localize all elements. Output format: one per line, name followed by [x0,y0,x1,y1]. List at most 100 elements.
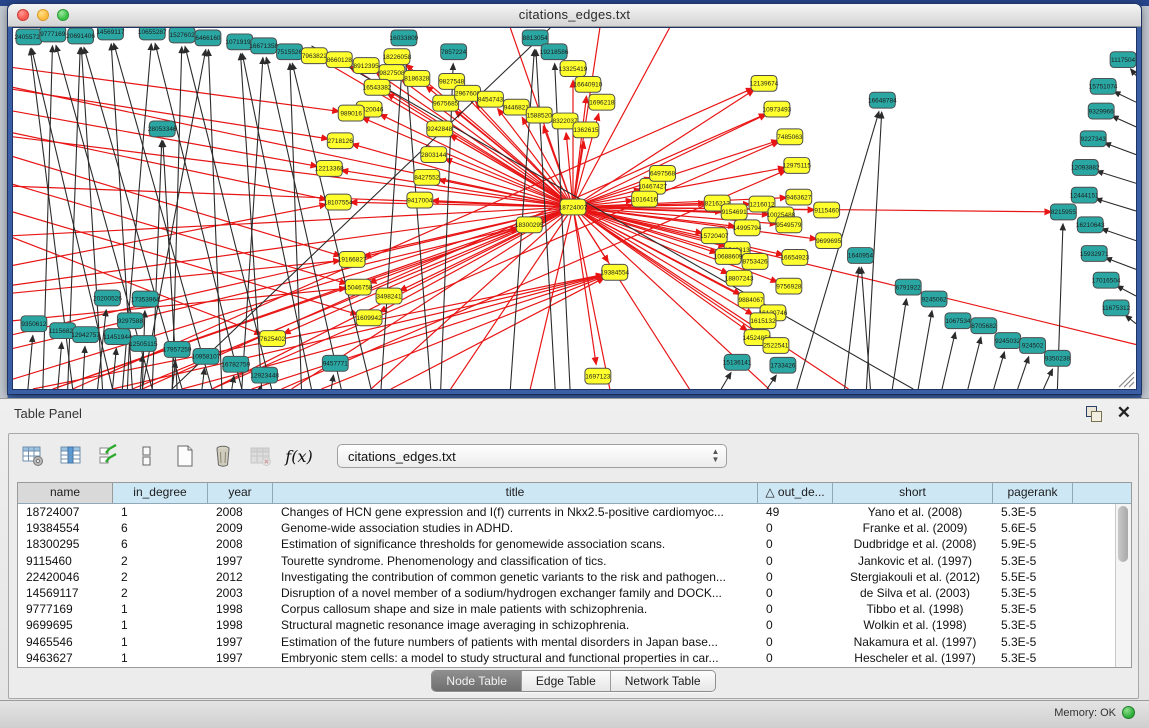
column-header-short[interactable]: short [833,483,993,503]
table-cell-pagerank[interactable]: 5.3E-5 [993,585,1073,601]
table-cell-pagerank[interactable]: 5.3E-5 [993,650,1073,666]
graph-node[interactable]: 14569117 [96,28,125,40]
graph-edge-black[interactable] [1114,92,1136,103]
table-cell-year[interactable]: 2009 [208,520,273,536]
graph-edge-red[interactable] [450,135,573,207]
table-row[interactable]: 1456911722003Disruption of a novel membe… [18,585,1116,601]
graph-edge-black[interactable] [1125,315,1136,323]
graph-node[interactable]: 2803144 [421,147,447,163]
resize-grip[interactable] [1119,372,1134,387]
graph-node[interactable]: 17016504 [1092,272,1121,288]
graph-node[interactable]: 7625402 [260,331,286,347]
graph-edge-red[interactable] [573,207,717,253]
table-cell-out_de[interactable]: 0 [758,634,833,650]
graph-edge-black[interactable] [861,267,870,389]
graph-node[interactable]: 9154691 [721,204,747,220]
close-window-icon[interactable] [17,9,29,21]
graph-node[interactable]: 989016 [338,105,364,121]
table-cell-title[interactable]: Disruption of a novel member of a sodium… [273,585,758,601]
table-cell-short[interactable]: Stergiakouli et al. (2012) [833,569,993,585]
new-column-icon[interactable] [171,442,199,470]
graph-node[interactable]: 15136141 [723,354,752,370]
table-cell-in_degree[interactable]: 2 [113,585,208,601]
graph-node[interactable]: 16671358 [249,38,278,54]
graph-edge-black[interactable] [202,368,205,389]
graph-node[interactable]: 18300295 [515,217,544,233]
graph-node[interactable]: 1696218 [589,94,615,110]
table-cell-pagerank[interactable]: 5.5E-5 [993,569,1073,585]
tab-network-table[interactable]: Network Table [611,671,715,691]
table-cell-in_degree[interactable]: 6 [113,536,208,552]
graph-edge-red[interactable] [573,207,1136,344]
table-row[interactable]: 969969511998Structural magnetic resonanc… [18,617,1116,633]
graph-node[interactable]: 16648784 [868,92,897,108]
graph-node[interactable]: 1733426 [770,357,796,373]
graph-node[interactable]: 15932971 [1080,246,1109,262]
table-cell-short[interactable]: Nakamura et al. (1997) [833,634,993,650]
table-cell-pagerank[interactable]: 5.3E-5 [993,553,1073,569]
graph-node[interactable]: 19218586 [540,44,569,60]
graph-node[interactable]: 9115460 [814,202,840,218]
graph-node[interactable]: 1615132 [750,313,776,329]
graph-node[interactable]: 28053346 [148,121,177,137]
graph-node[interactable]: 1527602 [169,28,195,43]
graph-edge-black[interactable] [172,28,550,389]
graph-edge-black[interactable] [331,375,333,389]
network-window-titlebar[interactable]: citations_edges.txt [8,4,1141,27]
network-canvas[interactable]: 2405572497771692069140614569117106552871… [12,27,1137,390]
graph-edge-black[interactable] [1131,69,1136,76]
table-cell-in_degree[interactable]: 1 [113,650,208,666]
graph-edge-black[interactable] [918,311,932,389]
column-header-year[interactable]: year [208,483,273,503]
graph-node[interactable]: 15751074 [1089,78,1118,94]
graph-node[interactable]: 9463627 [786,189,812,205]
table-cell-year[interactable]: 1998 [208,601,273,617]
table-cell-year[interactable]: 2008 [208,504,273,520]
graph-edge-black[interactable] [767,375,776,389]
graph-node[interactable]: 17353964 [131,291,160,307]
graph-node[interactable]: 13325419 [559,61,588,77]
table-cell-out_de[interactable]: 0 [758,601,833,617]
table-cell-short[interactable]: Tibbo et al. (1998) [833,601,993,617]
graph-node[interactable]: 6791922 [895,279,921,295]
graph-node[interactable]: 9329966 [1088,103,1114,119]
graph-node[interactable]: 8660128 [326,52,352,68]
graph-node[interactable]: 17957259 [163,342,192,358]
table-cell-name[interactable]: 9115460 [18,553,113,569]
table-cell-title[interactable]: Corpus callosum shape and size in male p… [273,601,758,617]
table-cell-year[interactable]: 2008 [208,536,273,552]
table-cell-name[interactable]: 9465546 [18,634,113,650]
column-header-title[interactable]: title [273,483,758,503]
graph-node[interactable]: 1588520 [526,107,552,123]
table-row[interactable]: 1872400712008Changes of HCN gene express… [18,504,1116,520]
column-header-name[interactable]: name [18,483,113,503]
table-cell-title[interactable]: Estimation of the future numbers of pati… [273,634,758,650]
graph-edge-red[interactable] [573,207,610,389]
graph-edge-black[interactable] [1102,229,1136,241]
graph-edge-black[interactable] [172,47,182,389]
graph-node[interactable]: 3498241 [376,288,402,304]
graph-node[interactable]: 1362615 [573,122,599,138]
table-cell-in_degree[interactable]: 2 [113,553,208,569]
table-cell-pagerank[interactable]: 5.3E-5 [993,617,1073,633]
graph-node[interactable]: 18107554 [324,194,353,210]
select-columns-icon[interactable] [95,442,123,470]
table-cell-in_degree[interactable]: 1 [113,504,208,520]
function-builder-icon[interactable]: f(x) [285,442,313,470]
table-cell-short[interactable]: Wolkin et al. (1998) [833,617,993,633]
graph-edge-black[interactable] [1117,286,1136,296]
graph-node[interactable]: 16033809 [390,30,419,46]
graph-node[interactable]: 10688609 [714,249,743,265]
graph-node[interactable]: 7485063 [777,129,803,145]
graph-edge-black[interactable] [290,64,302,389]
graph-node[interactable]: 9417004 [407,192,433,208]
graph-edge-black[interactable] [994,352,1005,389]
graph-node[interactable]: 9827508 [379,65,405,81]
table-row[interactable]: 977716911998Corpus callosum shape and si… [18,601,1116,617]
table-cell-year[interactable]: 1997 [208,650,273,666]
graph-node[interactable]: 16640910 [574,76,603,92]
delete-column-icon[interactable] [209,442,237,470]
graph-node[interactable]: 20200526 [93,290,122,306]
table-cell-title[interactable]: Structural magnetic resonance image aver… [273,617,758,633]
graph-edge-black[interactable] [28,336,33,389]
